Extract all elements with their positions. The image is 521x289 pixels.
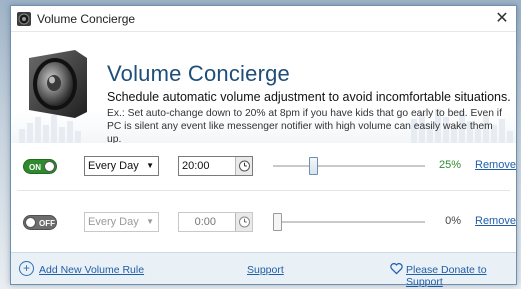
rules-list: ON Every Day ▼ 20:00 25% Remove OFF Ever… <box>11 143 516 253</box>
slider-track <box>273 221 425 223</box>
volume-percent: 0% <box>445 215 461 227</box>
toggle-label: ON <box>29 163 41 172</box>
time-field[interactable]: 20:00 <box>178 156 253 176</box>
header-panel: Volume Concierge Schedule automatic volu… <box>11 33 516 145</box>
chevron-down-icon: ▼ <box>146 217 154 226</box>
speaker-logo-icon <box>29 50 87 118</box>
example-text: Ex.: Set auto-change down to 20% at 8pm … <box>107 108 502 145</box>
toggle-knob <box>44 161 55 172</box>
slider-thumb[interactable] <box>273 213 282 231</box>
clock-icon <box>239 160 250 172</box>
toggle-label: OFF <box>39 219 55 228</box>
heart-icon[interactable] <box>390 262 403 275</box>
volume-slider[interactable] <box>273 213 425 231</box>
rule-toggle[interactable]: OFF <box>23 215 57 230</box>
volume-rule: ON Every Day ▼ 20:00 25% Remove <box>11 145 516 191</box>
close-button[interactable]: ✕ <box>492 9 512 29</box>
app-window: Volume Concierge ✕ Volume Concierge Sche… <box>10 5 517 288</box>
app-subtitle: Schedule automatic volume adjustment to … <box>107 90 511 104</box>
title-bar: Volume Concierge ✕ <box>11 6 516 32</box>
add-rule-link[interactable]: Add New Volume Rule <box>39 264 144 276</box>
schedule-select[interactable]: Every Day ▼ <box>84 212 159 232</box>
remove-link[interactable]: Remove <box>475 159 516 171</box>
divider <box>17 190 510 191</box>
slider-track <box>273 165 425 167</box>
schedule-select[interactable]: Every Day ▼ <box>84 156 159 176</box>
time-value: 0:00 <box>194 216 216 228</box>
volume-percent: 25% <box>438 159 461 171</box>
chevron-down-icon: ▼ <box>146 161 154 170</box>
schedule-value: Every Day <box>88 160 139 172</box>
clock-button[interactable] <box>235 213 252 231</box>
toggle-knob <box>25 217 36 228</box>
volume-rule: OFF Every Day ▼ 0:00 0% Remove <box>11 201 516 247</box>
support-link[interactable]: Support <box>247 264 284 276</box>
schedule-value: Every Day <box>88 216 139 228</box>
close-icon: ✕ <box>495 10 509 27</box>
plus-circle-icon[interactable]: + <box>19 261 34 276</box>
clock-icon <box>239 216 250 228</box>
time-value: 20:00 <box>182 160 210 172</box>
time-field[interactable]: 0:00 <box>178 212 253 232</box>
window-title: Volume Concierge <box>37 11 136 26</box>
app-heading: Volume Concierge <box>107 61 290 86</box>
slider-thumb[interactable] <box>309 157 318 175</box>
speaker-icon <box>17 11 31 26</box>
volume-slider[interactable] <box>273 157 425 175</box>
clock-button[interactable] <box>235 157 252 175</box>
donate-link[interactable]: Please Donate to Support <box>406 264 516 288</box>
footer-bar: + Add New Volume Rule Support Please Don… <box>11 252 516 288</box>
rule-toggle[interactable]: ON <box>23 159 57 174</box>
remove-link[interactable]: Remove <box>475 215 516 227</box>
